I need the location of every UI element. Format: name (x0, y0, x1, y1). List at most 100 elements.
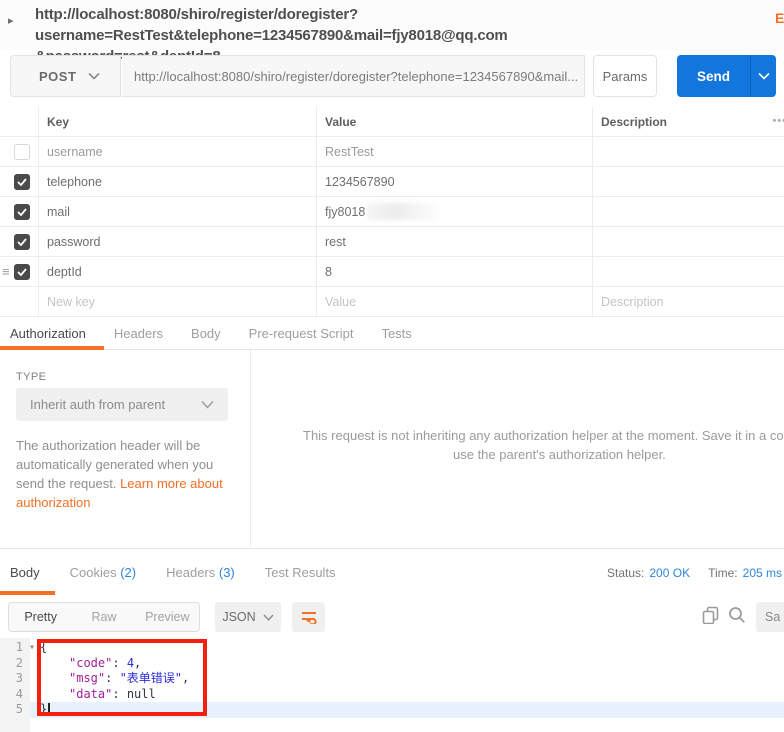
method-label: POST (39, 69, 76, 84)
new-value-input[interactable]: Value (316, 287, 592, 316)
row-checkbox[interactable] (14, 234, 30, 250)
row-checkbox[interactable] (14, 204, 30, 220)
tab-body[interactable]: Body (191, 326, 221, 341)
line-number: 4 (0, 687, 30, 703)
format-value: JSON (222, 610, 255, 624)
request-title-header: ▸ http://localhost:8080/shiro/register/d… (0, 0, 784, 50)
request-title-line1: http://localhost:8080/shiro/register/dor… (35, 6, 508, 44)
json-response: { "code": 4, "msg": "表单错误", "data": null… (30, 640, 784, 718)
param-value[interactable]: 1234567890 (316, 167, 592, 196)
param-description[interactable] (592, 167, 784, 196)
examples-button[interactable]: E (775, 10, 784, 26)
view-pretty[interactable]: Pretty (9, 610, 72, 624)
line-number: 3 (0, 671, 30, 687)
send-options-button[interactable] (750, 55, 776, 97)
check-icon (17, 238, 27, 246)
response-body-editor[interactable]: 1 2 3 4 5 ▾ { "code": 4, "msg": "表单错误", … (0, 638, 784, 732)
tab-authorization[interactable]: Authorization (10, 326, 86, 341)
line-number: 5 (0, 702, 30, 718)
param-row-deptid[interactable]: ≡ deptId 8 (0, 257, 784, 287)
tab-tests[interactable]: Tests (381, 326, 411, 341)
view-raw[interactable]: Raw (72, 610, 135, 624)
param-value[interactable]: RestTest (316, 137, 592, 166)
param-value[interactable]: fjy8018 (316, 197, 592, 226)
check-icon (17, 178, 27, 186)
request-tabs: Authorization Headers Body Pre-request S… (0, 317, 784, 350)
auth-type-value: Inherit auth from parent (30, 397, 201, 412)
headers-count: (3) (219, 565, 235, 580)
status-label: Status: (607, 566, 644, 580)
response-tab-cookies[interactable]: Cookies (2) (70, 565, 136, 580)
line-number-gutter: 1 2 3 4 5 (0, 638, 30, 732)
postman-window: ▸ http://localhost:8080/shiro/register/d… (0, 0, 784, 732)
panel-divider (250, 350, 251, 546)
chevron-down-icon (758, 72, 770, 80)
response-status-block: Status: 200 OK Time: 205 ms (607, 549, 782, 596)
param-row-new[interactable]: New key Value Description (0, 287, 784, 317)
authorization-panel: TYPE Inherit auth from parent The author… (0, 350, 784, 546)
send-button[interactable]: Send (677, 55, 750, 97)
format-dropdown[interactable]: JSON (215, 602, 281, 632)
chevron-down-icon (263, 614, 274, 621)
param-description[interactable] (592, 137, 784, 166)
search-response-button[interactable] (728, 606, 748, 626)
request-bar: POST http://localhost:8080/shiro/registe… (0, 55, 784, 97)
auth-type-dropdown[interactable]: Inherit auth from parent (16, 388, 228, 421)
column-header-key: Key (38, 107, 316, 136)
drag-handle-icon[interactable]: ≡ (2, 265, 10, 279)
tab-prerequest-script[interactable]: Pre-request Script (249, 326, 354, 341)
response-tab-headers[interactable]: Headers (3) (166, 565, 235, 580)
row-checkbox[interactable] (14, 174, 30, 190)
row-checkbox[interactable] (14, 264, 30, 280)
param-row-username[interactable]: username RestTest (0, 137, 784, 167)
param-key[interactable]: telephone (38, 167, 316, 196)
view-preview[interactable]: Preview (136, 610, 199, 624)
new-key-input[interactable]: New key (38, 287, 316, 316)
param-key[interactable]: mail (38, 197, 316, 226)
chevron-down-icon (201, 400, 214, 409)
redacted-value-blur (367, 203, 439, 220)
tab-headers[interactable]: Headers (114, 326, 163, 341)
check-icon (17, 208, 27, 216)
cookies-count: (2) (120, 565, 136, 580)
response-tab-body[interactable]: Body (10, 565, 40, 580)
line-number: 1 (0, 640, 30, 656)
wrap-lines-button[interactable] (292, 602, 325, 632)
response-tab-test-results[interactable]: Test Results (265, 565, 336, 580)
wrap-lines-icon (301, 610, 317, 624)
view-mode-toggle: Pretty Raw Preview (8, 602, 200, 632)
param-row-password[interactable]: password rest (0, 227, 784, 257)
check-icon (17, 268, 27, 276)
param-key[interactable]: password (38, 227, 316, 256)
status-value: 200 OK (649, 566, 690, 580)
method-dropdown[interactable]: POST (10, 55, 121, 97)
param-key[interactable]: deptId (38, 257, 316, 286)
json-line-1: { (30, 640, 784, 656)
params-header-row: Key Value Description ••• (0, 107, 784, 137)
json-line-3: "msg": "表单错误", (30, 671, 784, 687)
new-description-input[interactable]: Description (592, 287, 784, 316)
response-view-bar: Pretty Raw Preview JSON (0, 598, 784, 638)
search-icon (728, 606, 746, 624)
more-options-icon[interactable]: ••• (772, 115, 784, 127)
collapse-caret-icon[interactable]: ▸ (8, 14, 14, 27)
auth-info-line2: use the parent's authorization helper. (453, 447, 666, 462)
param-description[interactable] (592, 197, 784, 226)
param-value[interactable]: 8 (316, 257, 592, 286)
auth-info-line1: This request is not inheriting any autho… (303, 428, 784, 443)
params-button[interactable]: Params (593, 55, 657, 97)
auth-type-label: TYPE (16, 371, 46, 383)
line-number: 2 (0, 656, 30, 672)
row-checkbox[interactable] (14, 144, 30, 160)
param-description[interactable] (592, 257, 784, 286)
param-description[interactable] (592, 227, 784, 256)
save-response-button[interactable]: Sa (756, 602, 784, 632)
active-response-tab-underline (0, 591, 55, 595)
url-input[interactable]: http://localhost:8080/shiro/register/dor… (122, 55, 585, 97)
param-key[interactable]: username (38, 137, 316, 166)
copy-response-button[interactable] (702, 606, 722, 626)
json-line-2: "code": 4, (30, 656, 784, 672)
param-row-telephone[interactable]: telephone 1234567890 (0, 167, 784, 197)
param-row-mail[interactable]: mail fjy8018 (0, 197, 784, 227)
param-value[interactable]: rest (316, 227, 592, 256)
